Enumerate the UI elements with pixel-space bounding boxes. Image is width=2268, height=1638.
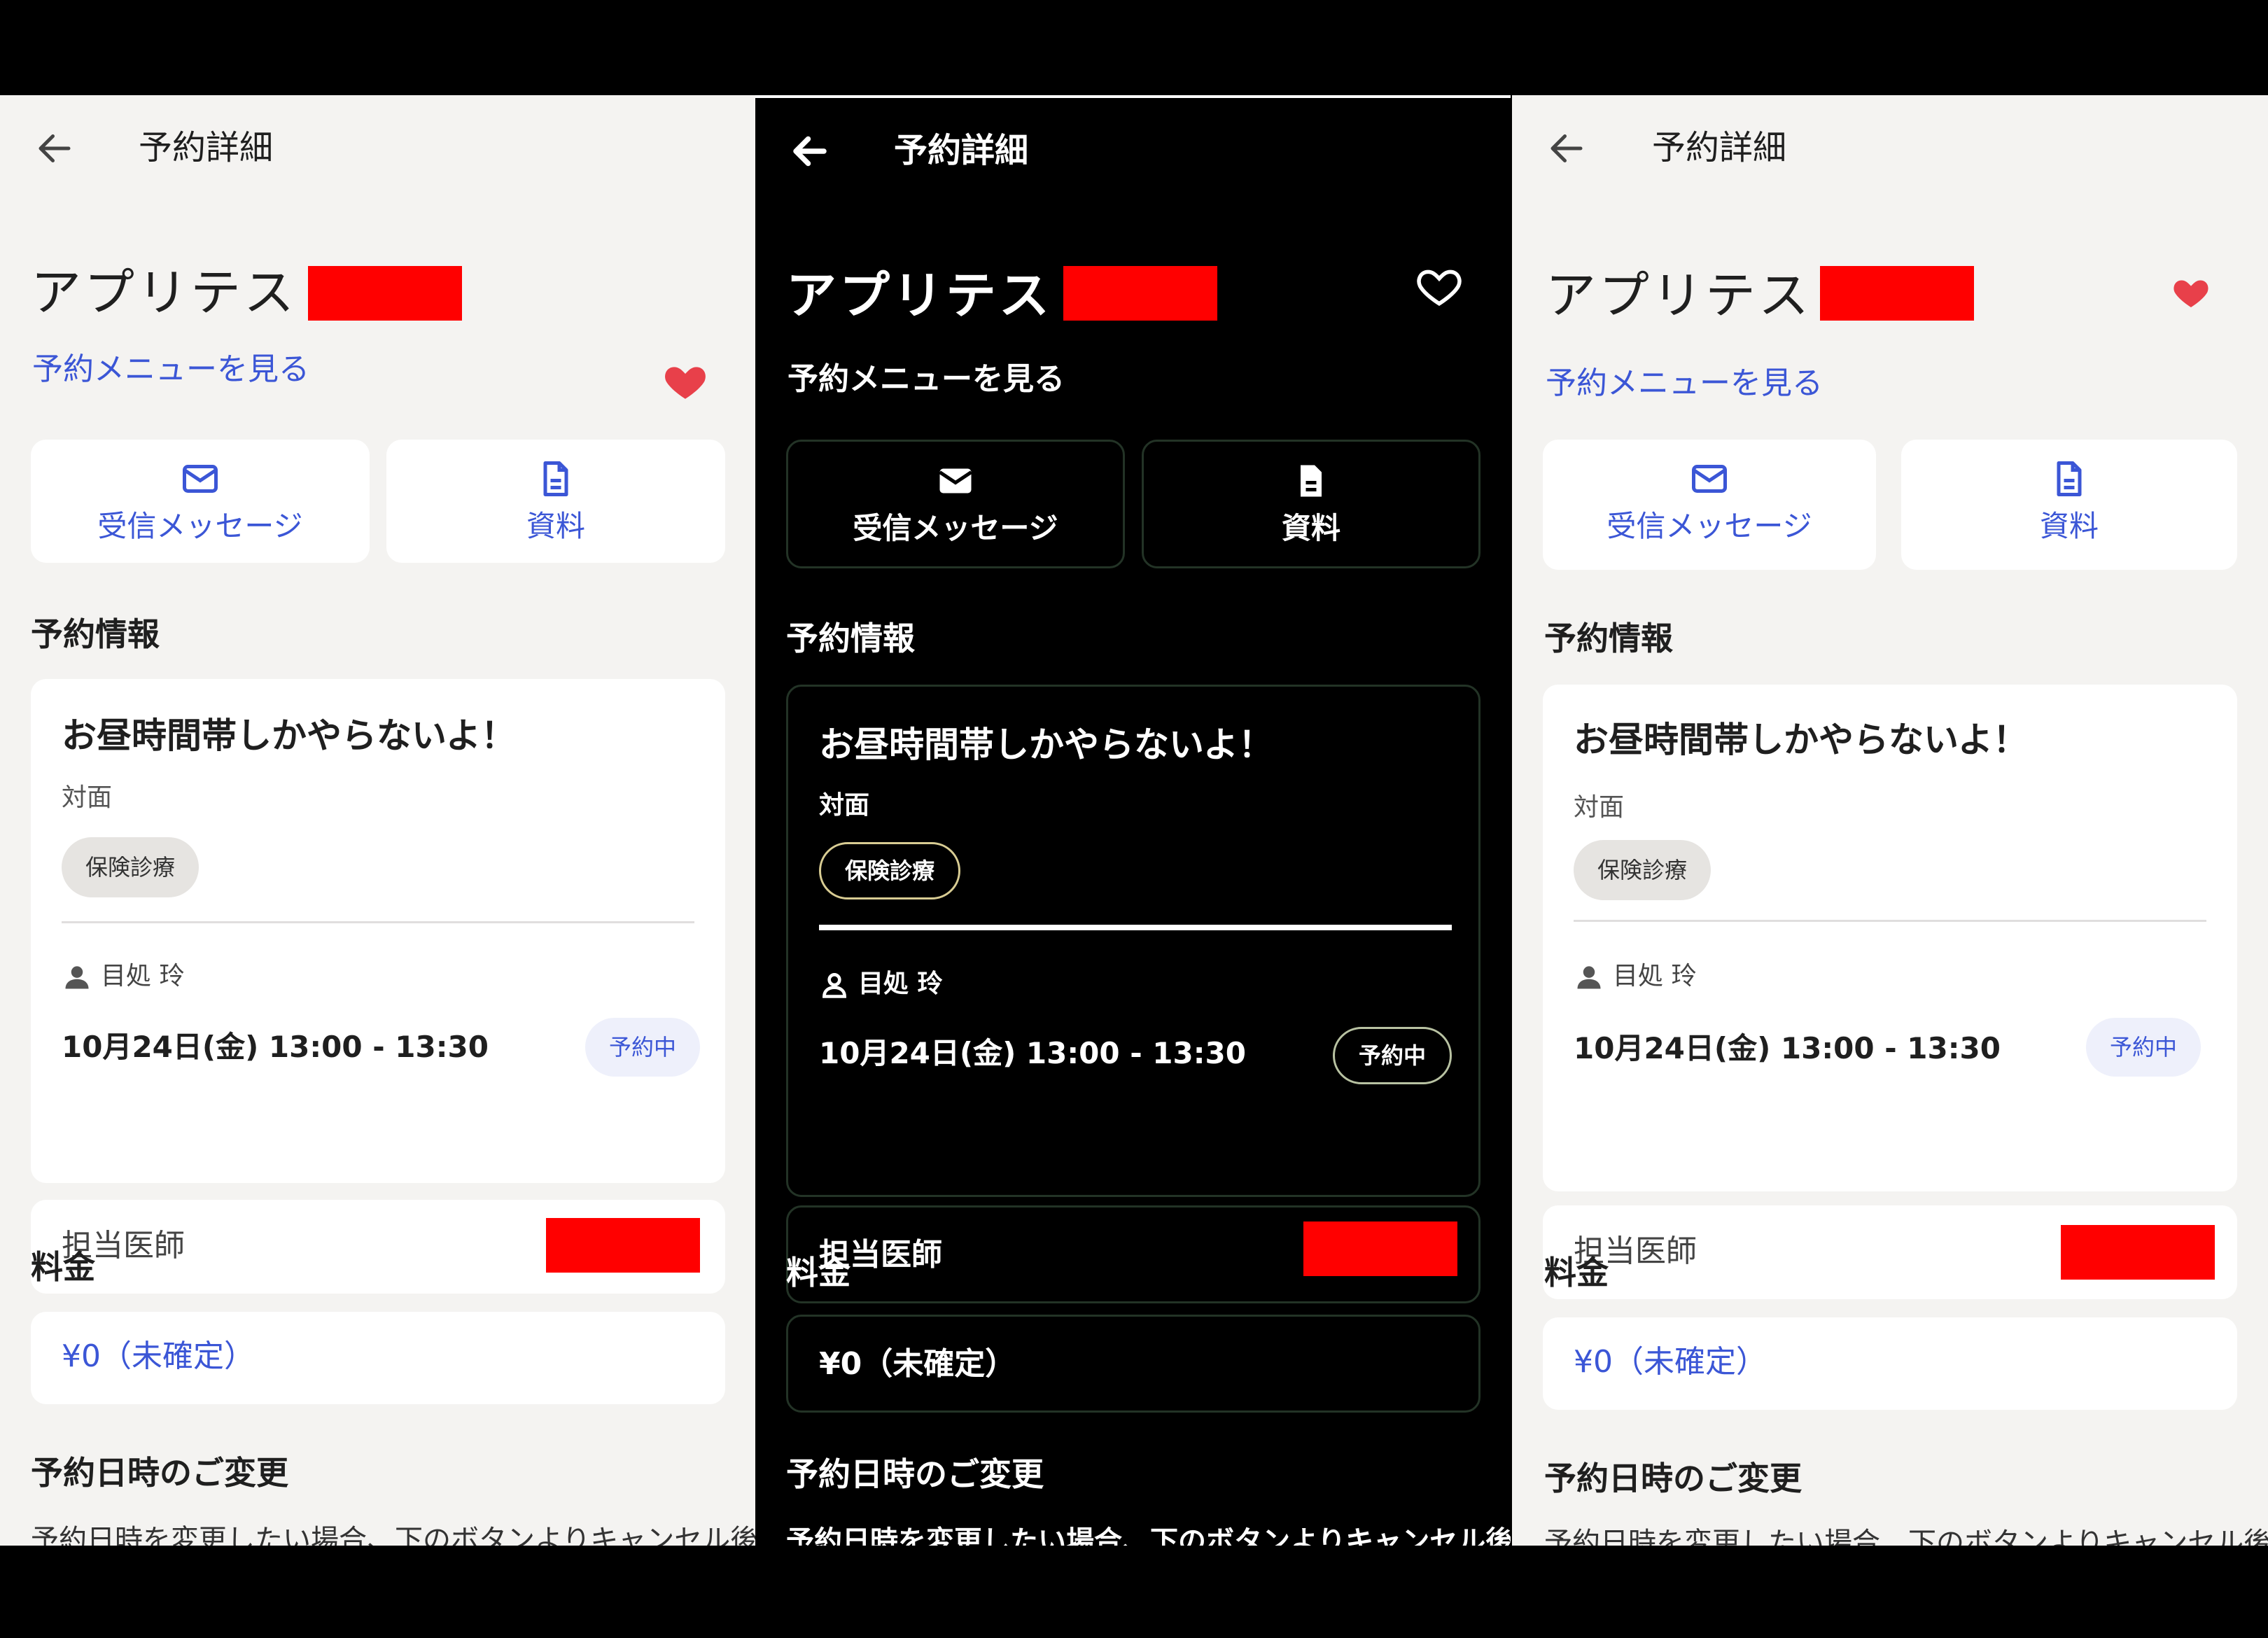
screen-light-1: 予約詳細 アプリテスト 予約メニューを見る 受信メッセージ 資料 予約情報 お昼…: [0, 95, 755, 1546]
screen-light-2: 予約詳細 アプリテスト 予約メニューを見る 受信メッセージ 資料 予約情報 お昼…: [1512, 95, 2268, 1546]
fee-heading: 料金: [31, 1248, 95, 1286]
redacted-doctor-name: [2061, 1225, 2215, 1280]
fee-value: ¥0（未確定）: [62, 1338, 255, 1374]
documents-label: 資料: [1281, 511, 1340, 545]
reservation-datetime: 10月24日(金) 13:00 - 13:30: [62, 1030, 489, 1064]
doctor-card: 担当医師: [31, 1200, 725, 1294]
favorite-heart-icon[interactable]: [662, 358, 708, 405]
reservation-card: お昼時間帯しかやらないよ！ 対面 保険診療 目処 玲 10月24日(金) 13:…: [1543, 685, 2237, 1191]
document-icon: [2057, 461, 2082, 496]
redacted-name: [1063, 266, 1217, 321]
document-icon: [543, 461, 568, 496]
reservation-info-heading: 予約情報: [31, 615, 160, 653]
doctor-card: 担当医師: [786, 1205, 1480, 1303]
back-arrow-icon[interactable]: [789, 130, 831, 172]
fee-value: ¥0（未確定）: [1574, 1344, 1767, 1380]
person-icon: [822, 973, 846, 998]
back-arrow-icon[interactable]: [34, 127, 76, 169]
person-icon: [1577, 966, 1601, 989]
card-divider: [1574, 920, 2206, 922]
favorite-heart-icon[interactable]: [1416, 263, 1462, 309]
mail-icon: [939, 468, 972, 493]
documents-button[interactable]: 資料: [1901, 440, 2237, 570]
fee-heading: 料金: [786, 1254, 850, 1292]
fee-value: ¥0（未確定）: [819, 1346, 1016, 1382]
page-title: 予約詳細: [894, 131, 1029, 170]
reservation-card: お昼時間帯しかやらないよ！ 対面 保険診療 目処 玲 10月24日(金) 13:…: [786, 685, 1480, 1197]
documents-label: 資料: [526, 509, 585, 543]
shop-name: アプリテスト: [786, 266, 1106, 325]
change-description: 予約日時を変更したい場合、下のボタンよりキャンセル後、本: [1544, 1527, 2268, 1546]
back-arrow-icon[interactable]: [1546, 127, 1588, 169]
received-messages-button[interactable]: 受信メッセージ: [31, 440, 370, 563]
status-badge: 予約中: [585, 1018, 701, 1077]
reservation-datetime: 10月24日(金) 13:00 - 13:30: [819, 1036, 1246, 1070]
documents-label: 資料: [2039, 509, 2099, 543]
consultation-type: 対面: [1574, 793, 1625, 822]
favorite-heart-icon[interactable]: [2171, 273, 2211, 312]
documents-button[interactable]: 資料: [1142, 440, 1480, 568]
patient-name: 目処 玲: [858, 969, 943, 998]
mail-icon: [1692, 465, 1727, 493]
view-menu-link[interactable]: 予約メニューを見る: [788, 358, 1065, 400]
status-badge: 予約中: [1333, 1027, 1452, 1084]
redacted-name: [308, 266, 462, 321]
view-menu-link[interactable]: 予約メニューを見る: [32, 349, 309, 391]
received-messages-label: 受信メッセージ: [853, 511, 1058, 545]
doctor-card: 担当医師: [1543, 1205, 2237, 1299]
redacted-doctor-name: [1303, 1222, 1457, 1276]
reservation-title: お昼時間帯しかやらないよ！: [62, 715, 516, 756]
insurance-tag: 保険診療: [1574, 840, 1712, 900]
card-divider: [62, 921, 694, 923]
consultation-type: 対面: [62, 783, 113, 812]
shop-name: アプリテスト: [31, 263, 351, 322]
consultation-type: 対面: [819, 791, 870, 820]
redacted-name: [1820, 266, 1974, 321]
reservation-info-heading: 予約情報: [1544, 620, 1673, 657]
page-title: 予約詳細: [139, 128, 274, 167]
change-heading: 予約日時のご変更: [786, 1455, 1044, 1493]
reservation-card: お昼時間帯しかやらないよ！ 対面 保険診療 目処 玲 10月24日(金) 13:…: [31, 679, 725, 1183]
received-messages-label: 受信メッセージ: [97, 509, 303, 543]
person-icon: [65, 966, 89, 989]
document-icon: [1301, 465, 1322, 497]
insurance-tag: 保険診療: [62, 837, 200, 897]
change-heading: 予約日時のご変更: [31, 1454, 288, 1492]
fee-heading: 料金: [1544, 1254, 1609, 1292]
card-divider: [819, 925, 1452, 930]
redacted-doctor-name: [546, 1218, 700, 1273]
fee-card: ¥0（未確定）: [1543, 1317, 2237, 1410]
received-messages-button[interactable]: 受信メッセージ: [786, 440, 1125, 568]
mail-icon: [183, 465, 218, 493]
patient-name: 目処 玲: [101, 962, 185, 990]
reservation-title: お昼時間帯しかやらないよ！: [1574, 720, 2028, 760]
fee-card: ¥0（未確定）: [31, 1312, 725, 1404]
shop-name: アプリテスト: [1546, 266, 1865, 325]
received-messages-button[interactable]: 受信メッセージ: [1543, 440, 1876, 570]
change-description: 予約日時を変更したい場合、下のボタンよりキャンセル後、本: [31, 1524, 755, 1546]
documents-button[interactable]: 資料: [386, 440, 725, 563]
page-title: 予約詳細: [1652, 128, 1787, 167]
fee-card: ¥0（未確定）: [786, 1315, 1480, 1413]
change-heading: 予約日時のご変更: [1544, 1460, 1802, 1497]
patient-name: 目処 玲: [1613, 962, 1697, 990]
insurance-tag: 保険診療: [819, 842, 961, 899]
received-messages-label: 受信メッセージ: [1606, 509, 1812, 543]
reservation-info-heading: 予約情報: [786, 620, 915, 657]
screen-dark: 予約詳細 アプリテスト 予約メニューを見る 受信メッセージ 資料 予約情報 お昼…: [755, 95, 1511, 1546]
change-description: 予約日時を変更したい場合、下のボタンよりキャンセル後、本: [786, 1525, 1511, 1546]
view-menu-link[interactable]: 予約メニューを見る: [1546, 363, 1823, 405]
reservation-title: お昼時間帯しかやらないよ！: [819, 724, 1273, 765]
status-badge: 予約中: [2086, 1018, 2202, 1077]
reservation-datetime: 10月24日(金) 13:00 - 13:30: [1574, 1031, 2001, 1065]
